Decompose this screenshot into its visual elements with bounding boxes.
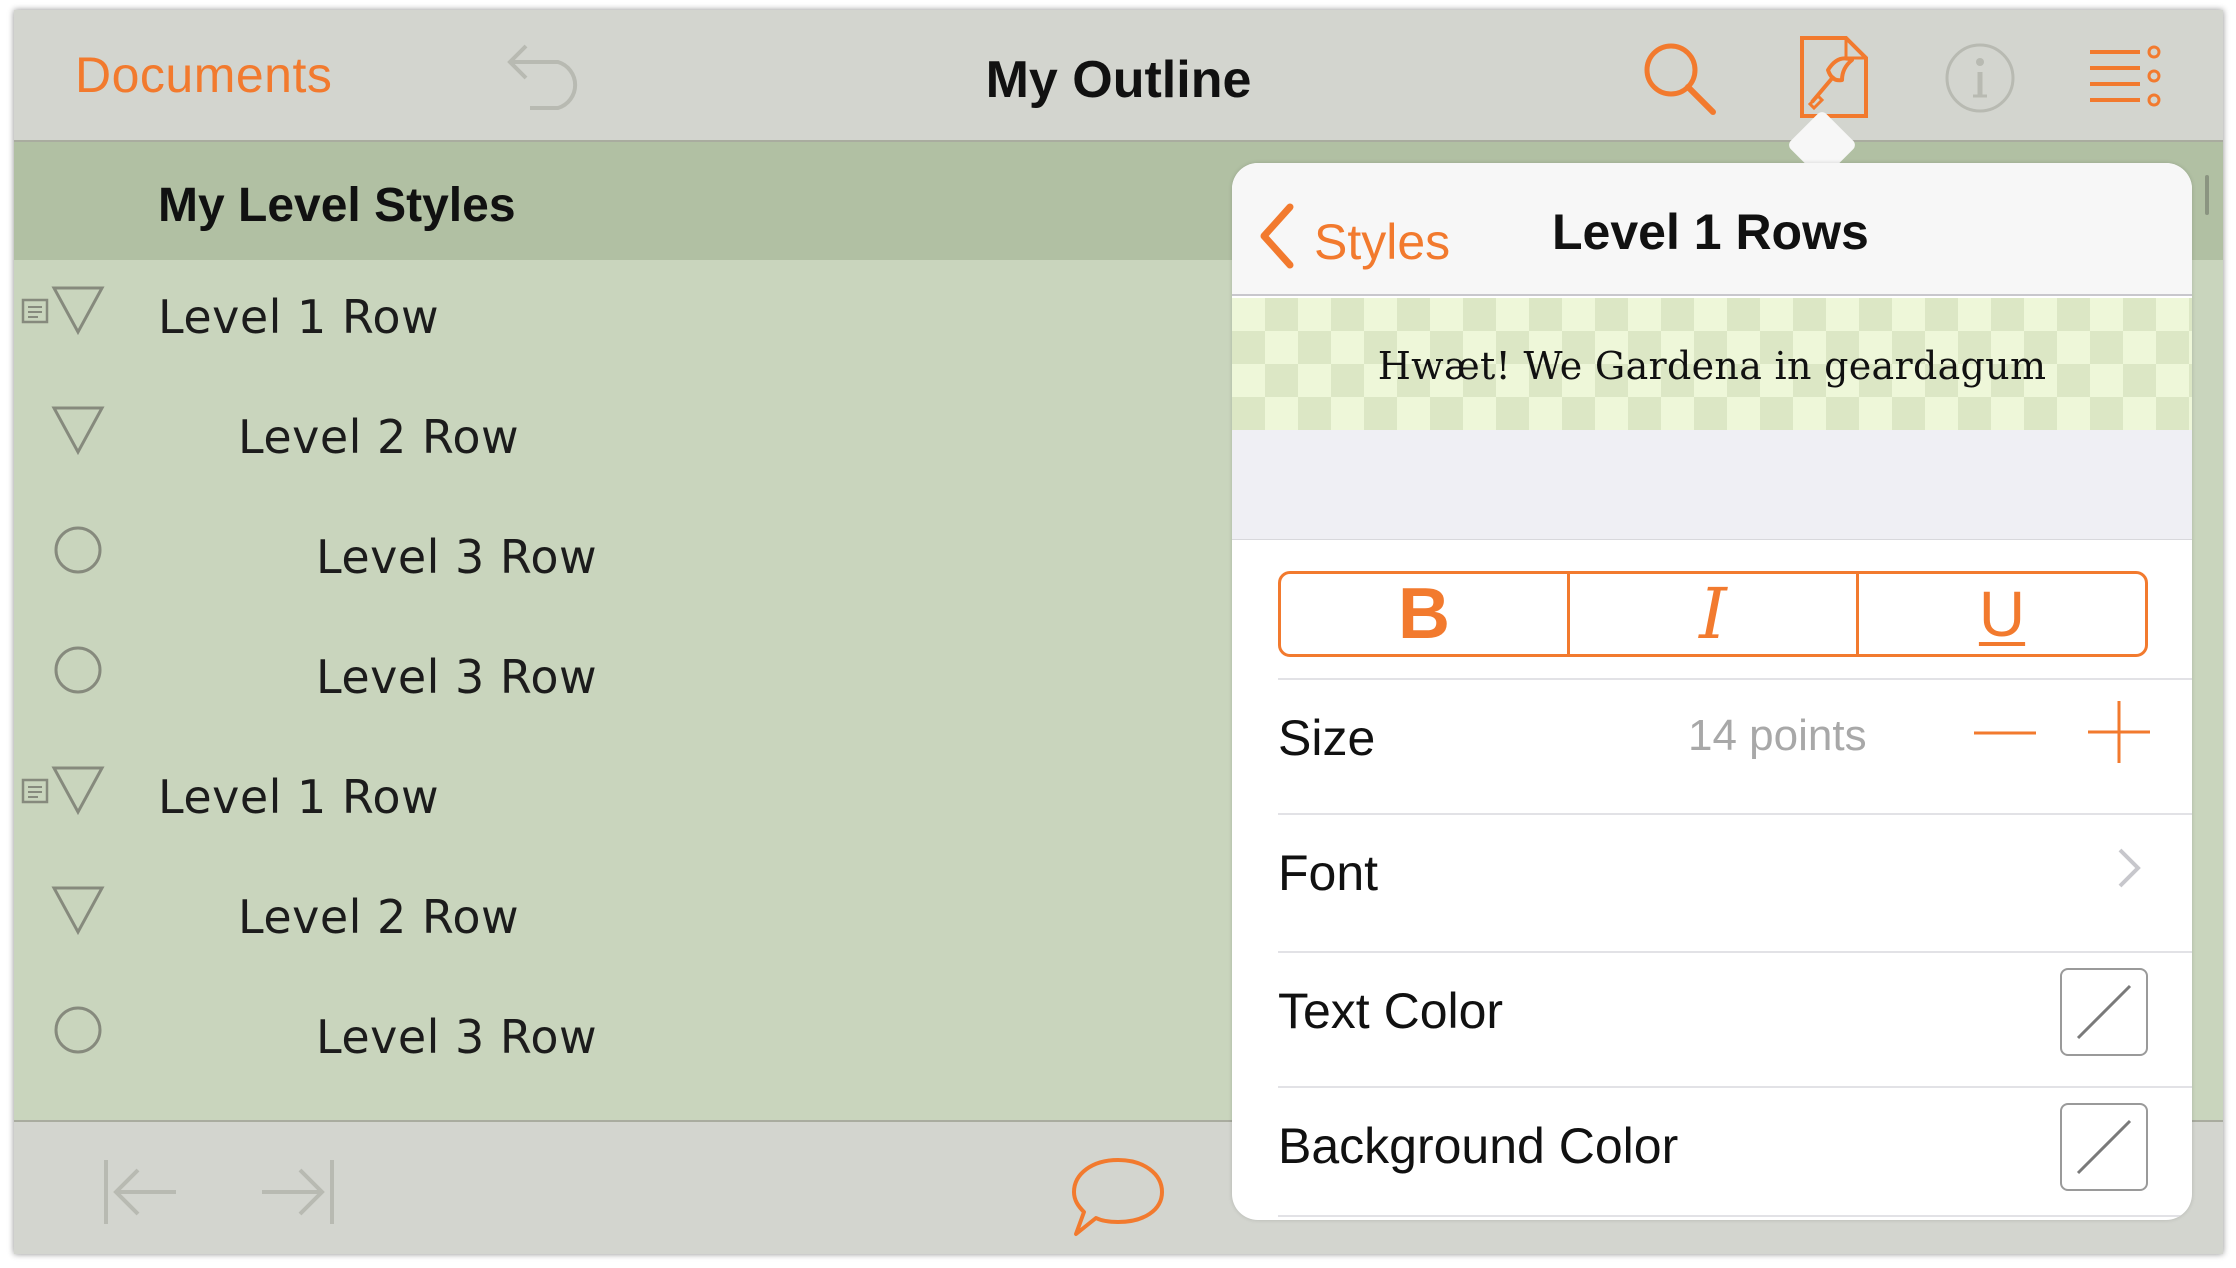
style-brush-icon[interactable] [1798, 34, 1870, 120]
outdent-icon[interactable] [100, 1156, 180, 1228]
popover-title: Level 1 Rows [1552, 204, 1869, 260]
row-label[interactable]: Level 1 Row [158, 290, 439, 344]
outline-row[interactable]: Level 3 Row [14, 500, 1234, 620]
disclosure-triangle-icon[interactable] [50, 284, 106, 341]
note-icon[interactable] [20, 296, 52, 328]
menu-list-icon[interactable] [2086, 44, 2166, 110]
outline-row[interactable]: Level 1 Row [14, 740, 1234, 860]
text-style-segmented-control[interactable]: B I U [1278, 571, 2148, 657]
row-handle-circle-icon[interactable] [52, 644, 104, 701]
disclosure-triangle-icon[interactable] [50, 884, 106, 941]
disclosure-triangle-icon[interactable] [50, 764, 106, 821]
size-value: 14 points [1688, 711, 1867, 760]
row-divider [1278, 678, 2192, 680]
text-color-label: Text Color [1278, 983, 1504, 1039]
back-label: Styles [1314, 214, 1451, 270]
style-popover: Styles Level 1 Rows Hwæt! We Gardena in … [1232, 163, 2192, 1220]
italic-button[interactable]: I [1570, 574, 1859, 654]
background-color-row[interactable]: Background Color [1278, 1091, 2192, 1191]
minus-icon[interactable] [1970, 703, 2040, 763]
note-icon[interactable] [20, 776, 52, 808]
app-screen: Documents My Outline My Level Styles Lev… [14, 10, 2223, 1254]
top-toolbar: Documents My Outline [14, 10, 2223, 142]
search-icon[interactable] [1639, 38, 1719, 118]
chevron-right-icon [2114, 846, 2144, 890]
outline-row[interactable]: Level 2 Row [14, 380, 1234, 500]
row-divider [1278, 951, 2192, 953]
outline-header-title: My Level Styles [158, 179, 516, 232]
info-icon[interactable] [1940, 38, 2020, 118]
size-row: Size 14 points [1278, 683, 2192, 779]
row-label[interactable]: Level 3 Row [316, 1010, 597, 1064]
row-divider [1278, 1215, 2192, 1217]
indent-icon[interactable] [258, 1156, 338, 1228]
preview-text: Hwæt! We Gardena in geardagum [1377, 344, 2047, 388]
row-label[interactable]: Level 2 Row [238, 410, 519, 464]
speech-bubble-icon[interactable] [1068, 1152, 1168, 1242]
style-preview: Hwæt! We Gardena in geardagum [1232, 298, 2192, 430]
size-label: Size [1278, 710, 1376, 766]
row-label[interactable]: Level 1 Row [158, 770, 439, 824]
bold-button[interactable]: B [1281, 574, 1570, 654]
plus-icon[interactable] [2084, 697, 2154, 767]
outline-row[interactable]: Level 3 Row [14, 980, 1234, 1100]
row-divider [1278, 813, 2192, 815]
background-color-label: Background Color [1278, 1118, 1679, 1174]
row-label[interactable]: Level 2 Row [238, 890, 519, 944]
text-color-well[interactable] [2060, 968, 2148, 1056]
section-spacer [1232, 430, 2192, 540]
row-divider [1278, 1086, 2192, 1088]
underline-button[interactable]: U [1859, 574, 2145, 654]
row-label[interactable]: Level 3 Row [316, 650, 597, 704]
popover-nav-bar: Styles Level 1 Rows [1232, 163, 2192, 296]
outline-row[interactable]: Level 2 Row [14, 860, 1234, 980]
outline-row[interactable]: Level 1 Row [14, 260, 1234, 380]
scroll-indicator [2205, 175, 2209, 215]
document-title: My Outline [985, 51, 1252, 109]
row-handle-circle-icon[interactable] [52, 524, 104, 581]
back-button[interactable]: Styles [1256, 193, 1476, 273]
outline-row[interactable]: Level 3 Row [14, 620, 1234, 740]
disclosure-triangle-icon[interactable] [50, 404, 106, 461]
font-row[interactable]: Font [1278, 818, 2192, 914]
row-label[interactable]: Level 3 Row [316, 530, 597, 584]
text-color-row[interactable]: Text Color [1278, 956, 2192, 1056]
chevron-left-icon [1256, 201, 1296, 271]
font-label: Font [1278, 845, 1379, 901]
background-color-well[interactable] [2060, 1103, 2148, 1191]
row-handle-circle-icon[interactable] [52, 1004, 104, 1061]
